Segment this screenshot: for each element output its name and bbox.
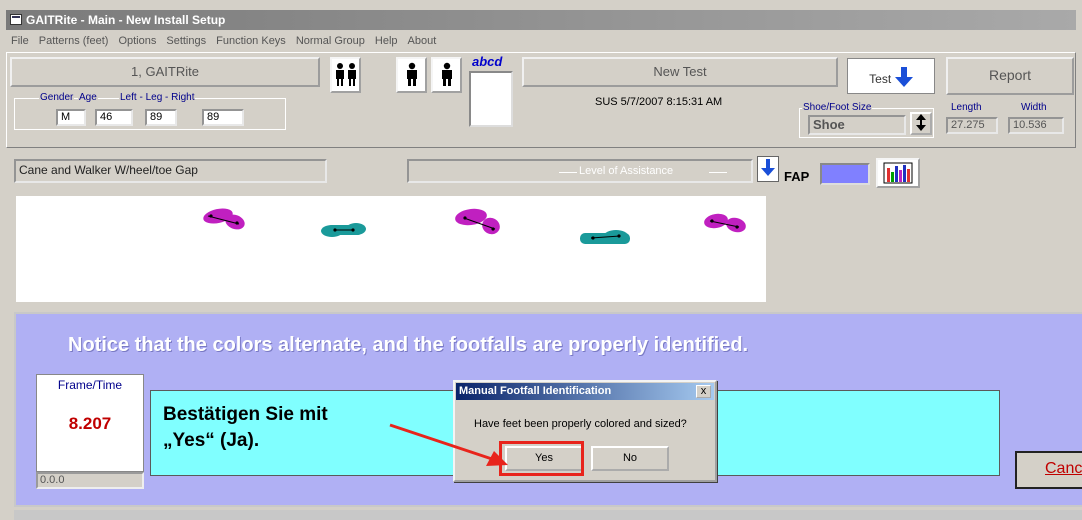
down-arrow-small-icon: [761, 159, 775, 176]
menu-settings[interactable]: Settings: [161, 32, 211, 50]
test-button-label: Test: [869, 72, 892, 86]
cancel-button[interactable]: Canc: [1015, 451, 1082, 489]
frame-time-value: 8.207: [68, 414, 112, 433]
footfall-dialog: Manual Footfall Identification x Have fe…: [453, 380, 717, 482]
left-leg-field[interactable]: 89: [145, 109, 177, 126]
menu-help[interactable]: Help: [370, 32, 403, 50]
two-people-icon: [335, 63, 356, 86]
shoe-size-spinner[interactable]: [910, 112, 932, 135]
window-title-bar: GAITRite - Main - New Install Setup: [6, 10, 1076, 30]
menu-function-keys[interactable]: Function Keys: [211, 32, 291, 50]
callout-line-2: „Yes“ (Ja).: [163, 430, 260, 451]
menu-options[interactable]: Options: [113, 32, 161, 50]
menu-file[interactable]: File: [6, 32, 34, 50]
chart-button[interactable]: [876, 158, 920, 188]
group-walkers-button[interactable]: [330, 57, 361, 93]
close-icon[interactable]: x: [696, 385, 711, 398]
bar-chart-icon: [883, 162, 913, 184]
shoe-label: Shoe/Foot Size: [802, 102, 873, 113]
menu-about[interactable]: About: [403, 32, 442, 50]
age-field[interactable]: 46: [95, 109, 133, 126]
callout-text: Bestätigen Sie mit „Yes“ (Ja).: [163, 402, 328, 454]
menu-normal-group[interactable]: Normal Group: [291, 32, 370, 50]
age-label: Age: [78, 92, 98, 103]
gender-field[interactable]: M: [56, 109, 86, 126]
down-arrow-icon: [894, 67, 913, 87]
fap-label: FAP: [784, 169, 810, 184]
walker-alt-button[interactable]: [431, 57, 462, 93]
abcd-label: abcd: [472, 54, 503, 69]
gender-label: Gender: [39, 92, 75, 103]
frame-time-label: Frame/Time: [57, 378, 123, 392]
assist-line-left: [559, 172, 577, 173]
width-field[interactable]: 10.536: [1008, 117, 1064, 134]
status-strip: [14, 510, 1082, 520]
notice-text: Notice that the colors alternate, and th…: [68, 334, 749, 356]
footprint-left: [455, 208, 500, 235]
fap-field[interactable]: [820, 163, 870, 185]
new-test-button-label: New Test: [653, 64, 707, 79]
dialog-title: Manual Footfall Identification: [459, 385, 612, 397]
assistance-dropdown-button[interactable]: [757, 156, 779, 182]
no-button[interactable]: No: [591, 446, 669, 471]
new-test-button[interactable]: New Test: [522, 57, 838, 87]
frame-sub-field: 0.0.0: [36, 472, 144, 489]
person-icon: [406, 62, 417, 86]
single-walker-button[interactable]: [396, 57, 427, 93]
menu-bar: File Patterns (feet) Options Settings Fu…: [6, 32, 441, 50]
shoe-field[interactable]: Shoe: [808, 115, 906, 135]
length-field[interactable]: 27.275: [946, 117, 998, 134]
test-description-field[interactable]: Cane and Walker W/heel/toe Gap: [14, 159, 327, 183]
dialog-message: Have feet been properly colored and size…: [474, 418, 687, 430]
window-title: GAITRite - Main - New Install Setup: [26, 13, 226, 27]
yes-highlight-frame: [499, 441, 584, 476]
walkway-display[interactable]: [16, 196, 766, 302]
device-button-label: 1, GAITRite: [131, 64, 199, 79]
footprint-left: [203, 208, 245, 230]
footprint-left: [704, 213, 746, 233]
test-button[interactable]: Test: [847, 58, 935, 94]
width-label: Width: [1020, 102, 1048, 113]
dialog-title-bar: Manual Footfall Identification x: [456, 383, 714, 400]
up-down-arrow-icon: [916, 114, 926, 131]
assistance-box[interactable]: Level of Assistance: [407, 159, 753, 183]
report-button-label: Report: [988, 67, 1032, 83]
assist-line-right: [709, 172, 727, 173]
assistance-label: Level of Assistance: [579, 165, 674, 177]
footprint-right: [321, 223, 366, 237]
length-label: Length: [950, 102, 983, 113]
leg-label: Left - Leg - Right: [119, 92, 196, 103]
footprints-graphic: [203, 208, 746, 244]
footprint-right: [580, 230, 630, 244]
signature-box[interactable]: [469, 71, 513, 127]
device-button[interactable]: 1, GAITRite: [10, 57, 320, 87]
frame-time-box: Frame/Time 8.207: [36, 374, 144, 472]
timestamp: SUS 5/7/2007 8:15:31 AM: [595, 96, 723, 108]
app-icon: [10, 14, 22, 25]
report-button[interactable]: Report: [946, 57, 1074, 95]
right-leg-field[interactable]: 89: [202, 109, 244, 126]
callout-line-1: Bestätigen Sie mit: [163, 404, 328, 425]
person-alt-icon: [441, 62, 452, 86]
menu-patterns[interactable]: Patterns (feet): [34, 32, 114, 50]
